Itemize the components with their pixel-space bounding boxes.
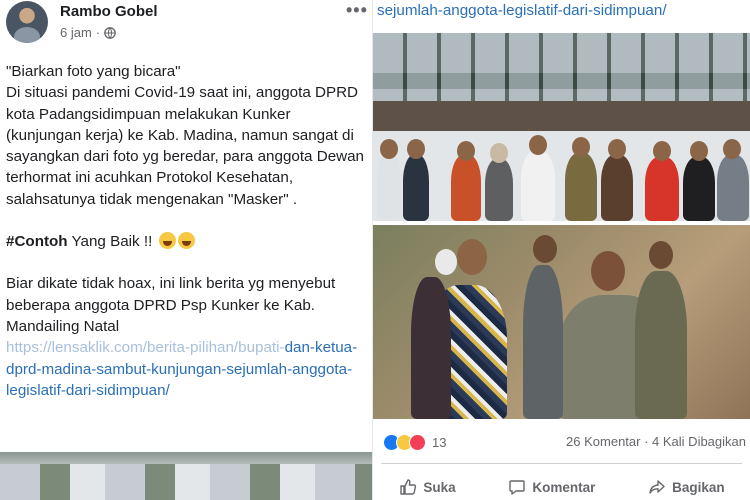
site-visit-photo[interactable] [373,225,750,419]
like-icon [400,479,417,495]
more-dots-icon[interactable]: ••• [346,0,368,21]
person [635,271,687,419]
roof-decoration [373,33,750,103]
person [451,155,481,221]
person [645,157,679,221]
person-head [591,251,625,291]
post-time[interactable]: 6 jam [60,25,92,40]
comments-count[interactable]: 26 Komentar [566,434,640,449]
person-head [529,135,547,155]
post-photo-preview[interactable] [0,452,372,500]
post-text: "Biarkan foto yang bicara" Di situasi pa… [6,61,366,401]
reactions-summary[interactable]: 13 [383,434,446,451]
person [683,157,715,221]
hashtag-line: #Contoh Yang Baik !! [6,231,366,252]
shares-count[interactable]: 4 Kali Dibagikan [652,434,746,449]
avatar[interactable] [6,1,48,43]
article-link-faded[interactable]: https://lensaklik.com/berita-pilihan/bup… [6,339,285,356]
like-button[interactable]: Suka [399,478,456,496]
eave-decoration [373,101,750,131]
post-quote: "Biarkan foto yang bicara" [6,63,181,80]
hashtag-link[interactable]: #Contoh [6,233,68,250]
like-label: Suka [423,479,456,495]
post-header: Rambo Gobel 6 jam · ••• [0,0,372,50]
post-body: Di situasi pandemi Covid-19 saat ini, an… [6,84,369,208]
comment-icon [509,480,526,495]
person [521,151,555,221]
person [377,153,401,221]
laughing-emoji-icon [177,232,195,250]
person-head [690,141,708,161]
laughing-emoji-icon [158,232,176,250]
person [411,277,451,419]
action-bar: Suka Komentar Bagikan [373,474,750,500]
globe-icon [104,26,116,39]
share-button[interactable]: Bagikan [648,478,725,496]
person-head [533,235,557,263]
person-head [490,143,508,163]
reactions-count[interactable]: 13 [432,435,446,450]
article-url-line[interactable]: sejumlah-anggota-legislatif-dari-sidimpu… [377,2,667,19]
person-head [572,137,590,157]
comment-button[interactable]: Komentar [508,478,595,496]
right-post-panel: sejumlah-anggota-legislatif-dari-sidimpu… [372,0,750,500]
post-meta: 6 jam · [60,25,116,40]
article-link[interactable]: https://lensaklik.com/berita-pilihan/bup… [6,337,366,401]
group-photo[interactable] [373,33,750,221]
meta-separator: · [95,25,101,40]
person [523,265,563,419]
person [403,155,429,221]
author-name[interactable]: Rambo Gobel [60,3,158,20]
person-head [653,141,671,161]
share-label: Bagikan [672,479,725,495]
engagement-stats: 26 Komentar · 4 Kali Dibagikan [566,434,746,449]
stats-separator: · [640,434,653,449]
person-head [723,139,741,159]
post-body-2: Biar dikate tidak hoax, ini link berita … [6,275,340,335]
love-reaction-icon [409,434,426,451]
person [717,155,749,221]
person-head [457,239,487,275]
person-head [608,139,626,159]
hashtag-rest: Yang Baik !! [67,233,153,251]
share-icon [649,480,665,494]
person [601,155,633,221]
comment-label: Komentar [532,479,596,495]
person-head [649,241,673,269]
person [565,153,597,221]
person-head [435,249,457,275]
person [485,159,513,221]
person-head [380,139,398,159]
person-head [457,141,475,161]
divider [381,463,742,464]
person-head [407,139,425,159]
left-post-panel: Rambo Gobel 6 jam · ••• "Biarkan foto ya… [0,0,372,500]
